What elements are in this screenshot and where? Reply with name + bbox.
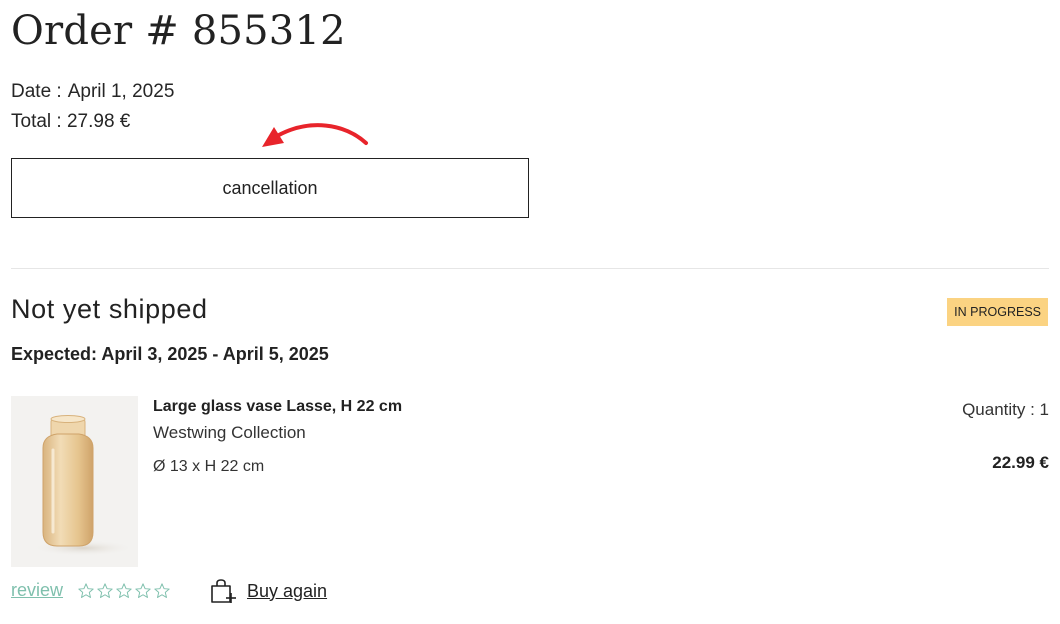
buy-again-label[interactable]: Buy again: [247, 581, 327, 602]
product-brand: Westwing Collection: [153, 423, 306, 442]
star-icon[interactable]: [115, 582, 133, 600]
star-icon[interactable]: [134, 582, 152, 600]
product-dimensions: Ø 13 x H 22 cm: [153, 458, 265, 475]
order-total: Total : 27.98 €: [11, 111, 131, 132]
order-date-value: April 1, 2025: [67, 81, 175, 102]
page-title: Order # 855312: [11, 8, 346, 54]
status-badge: IN PROGRESS: [947, 298, 1048, 326]
product-image[interactable]: [11, 396, 138, 567]
review-link[interactable]: review: [11, 580, 63, 601]
star-icon[interactable]: [96, 582, 114, 600]
glass-vase-image: [31, 415, 135, 556]
product-name[interactable]: Large glass vase Lasse, H 22 cm: [153, 398, 402, 416]
annotation-arrow-icon: [262, 123, 368, 147]
order-date-label: Date :: [11, 81, 62, 102]
product-price: 22.99 €: [992, 453, 1049, 472]
bag-plus-icon: [211, 579, 236, 603]
buy-again-button[interactable]: Buy again: [210, 578, 327, 604]
star-icon[interactable]: [153, 582, 171, 600]
cancellation-button[interactable]: cancellation: [11, 158, 529, 218]
expected-delivery: Expected: April 3, 2025 - April 5, 2025: [11, 344, 329, 364]
section-divider: [11, 268, 1049, 269]
shipment-title: Not yet shipped: [11, 294, 208, 324]
order-date: Date : April 1, 2025: [11, 81, 174, 103]
star-icon[interactable]: [77, 582, 95, 600]
star-rating[interactable]: [77, 582, 171, 600]
product-quantity: Quantity : 1: [962, 400, 1049, 419]
